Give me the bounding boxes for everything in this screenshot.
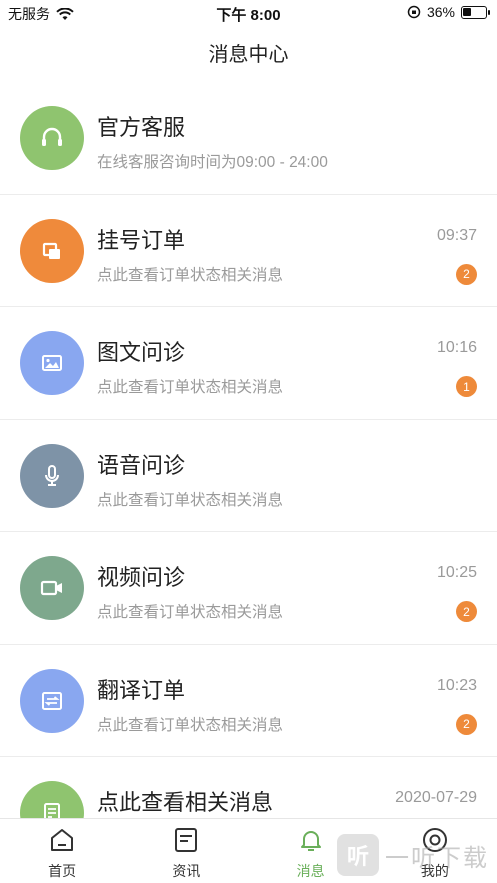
tab-profile[interactable]: 我的 — [373, 819, 497, 883]
tab-bell[interactable]: 消息 — [249, 819, 373, 883]
message-time: 10:16 — [436, 339, 477, 356]
tab-bar: 首页 资讯 消息 我的 — [0, 818, 497, 883]
message-subtitle: 点此查看订单状态相关消息 — [97, 379, 284, 396]
message-time: 10:23 — [436, 676, 477, 694]
message-time: 2020-07-29 — [395, 789, 477, 806]
message-title: 语音问诊 — [97, 452, 186, 478]
message-row[interactable]: 翻译订单点此查看订单状态相关消息 10:23 2 — [0, 645, 497, 757]
bell-icon — [297, 826, 325, 857]
translate-icon — [20, 668, 84, 733]
tab-home[interactable]: 首页 — [0, 819, 124, 883]
tab-label: 消息 — [296, 863, 325, 879]
message-title: 挂号订单 — [97, 227, 186, 253]
message-title: 官方客服 — [97, 115, 186, 140]
document-icon — [20, 781, 84, 818]
headset-icon — [20, 106, 84, 170]
news-icon — [172, 826, 200, 857]
tab-label: 资讯 — [172, 863, 201, 879]
unread-badge: 2 — [456, 263, 477, 285]
message-row[interactable]: 挂号订单点此查看订单状态相关消息 09:37 2 — [0, 195, 497, 307]
message-row[interactable]: 语音问诊点此查看订单状态相关消息 — [0, 420, 497, 532]
message-row[interactable]: 点此查看相关消息 2020-07-29 — [0, 757, 497, 818]
unread-badge: 2 — [456, 713, 477, 735]
message-subtitle: 在线客服咨询时间为09:00 - 24:00 — [97, 154, 328, 171]
page-title: 消息中心 — [208, 44, 289, 66]
message-time: 10:25 — [436, 564, 477, 581]
message-title: 翻译订单 — [97, 677, 186, 703]
message-title: 图文问诊 — [97, 340, 186, 365]
message-time: 09:37 — [436, 226, 477, 244]
message-title: 点此查看相关消息 — [97, 790, 274, 815]
message-subtitle: 点此查看订单状态相关消息 — [97, 716, 284, 734]
message-row[interactable]: 官方客服在线客服咨询时间为09:00 - 24:00 — [0, 82, 497, 195]
profile-icon — [421, 826, 449, 857]
tab-news[interactable]: 资讯 — [124, 819, 248, 883]
message-subtitle: 点此查看订单状态相关消息 — [97, 266, 284, 284]
image-icon — [20, 331, 84, 395]
unread-badge: 1 — [456, 376, 477, 397]
message-list[interactable]: 官方客服 在线客服咨询时间为09:00 - 24:00 挂号订单 点此查看订单状态相关… — [0, 82, 497, 818]
orientation-lock-icon — [407, 5, 421, 19]
microphone-icon — [20, 443, 84, 508]
message-subtitle: 点此查看订单状态相关消息 — [97, 491, 284, 509]
tab-label: 首页 — [48, 863, 77, 879]
message-subtitle: 点此查看订单状态相关消息 — [97, 604, 284, 621]
home-icon — [48, 826, 76, 857]
status-bar: 无服务 下午 8:00 36% — [0, 0, 497, 26]
message-row[interactable]: 视频问诊点此查看订单状态相关消息 10:25 2 — [0, 532, 497, 645]
unread-badge: 2 — [456, 601, 477, 622]
message-row[interactable]: 图文问诊点此查看订单状态相关消息 10:16 1 — [0, 307, 497, 420]
message-title: 视频问诊 — [97, 565, 186, 590]
battery-icon — [461, 5, 490, 19]
register-icon — [20, 218, 84, 283]
video-icon — [20, 556, 84, 620]
battery-percent: 36% — [426, 4, 455, 20]
tab-label: 我的 — [420, 863, 449, 879]
